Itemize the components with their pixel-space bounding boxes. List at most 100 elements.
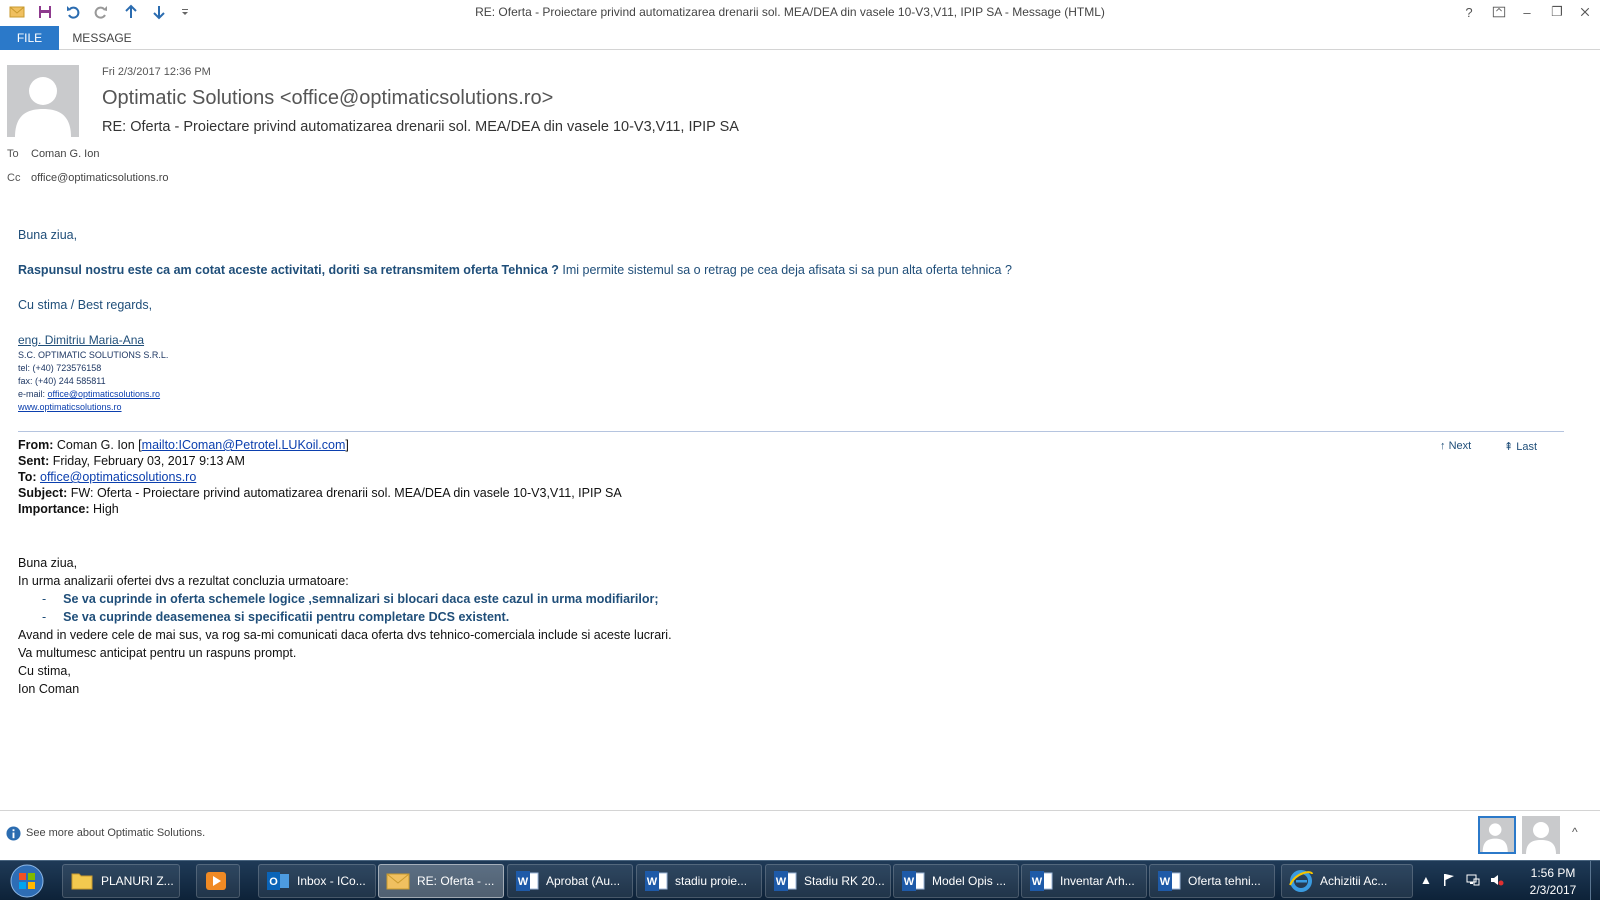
people-pane-text[interactable]: See more about Optimatic Solutions. <box>26 827 205 839</box>
action-center-flag-icon[interactable] <box>1442 873 1456 890</box>
last-link[interactable]: ⇞ Last <box>1504 440 1537 453</box>
reply-closing: Cu stima / Best regards, <box>18 298 153 312</box>
word-icon: W <box>900 868 926 894</box>
taskbar-button[interactable]: RE: Oferta - ... <box>378 864 504 898</box>
taskbar: PLANURI Z... O Inbox - ICo... RE: Oferta - … <box>0 860 1600 900</box>
info-icon <box>6 826 21 841</box>
save-icon[interactable] <box>34 2 56 22</box>
signature-email-row: e-mail: office@optimaticsolutions.ro <box>18 389 160 399</box>
fwd-from-mailto-link[interactable]: mailto:IComan@Petrotel.LUKoil.com <box>142 438 346 452</box>
fwd-subject-value: FW: Oferta - Proiectare privind automati… <box>67 486 622 500</box>
fwd-from: From: Coman G. Ion [mailto:IComan@Petrot… <box>18 438 349 452</box>
restore-button[interactable]: ❐ <box>1544 2 1570 22</box>
tab-file[interactable]: FILE <box>0 26 59 50</box>
people-avatar-2[interactable] <box>1522 816 1560 854</box>
word-icon: W <box>514 868 540 894</box>
svg-text:W: W <box>1032 876 1043 888</box>
help-button[interactable]: ? <box>1456 2 1482 22</box>
ribbon-display-options-icon[interactable] <box>1486 2 1512 22</box>
taskbar-button[interactable]: Achizitii Ac... <box>1281 864 1413 898</box>
fwd-subject-label: Subject: <box>18 486 68 500</box>
sender-name[interactable]: Optimatic Solutions <office@optimaticsol… <box>102 87 553 110</box>
sender-avatar[interactable] <box>7 65 79 137</box>
svg-text:W: W <box>647 876 658 888</box>
folder-icon <box>69 868 95 894</box>
taskbar-button[interactable]: Wstadiu proie... <box>636 864 762 898</box>
network-icon[interactable] <box>1466 873 1480 890</box>
fwd-line-1: Avand in vedere cele de mai sus, va rog … <box>18 628 672 642</box>
taskbar-button-label: Stadiu RK 20... <box>804 874 885 888</box>
fwd-line-4: Ion Coman <box>18 682 80 696</box>
fwd-importance: Importance: High <box>18 502 119 516</box>
chevron-up-icon[interactable]: ^ <box>1572 825 1578 839</box>
people-pane: See more about Optimatic Solutions. ^ <box>0 810 1600 854</box>
fwd-importance-value: High <box>89 502 119 516</box>
fwd-to-link[interactable]: office@optimaticsolutions.ro <box>40 470 196 484</box>
mail-icon[interactable] <box>6 2 28 22</box>
word-icon: W <box>643 868 669 894</box>
last-label: Last <box>1516 441 1538 453</box>
message-subject: RE: Oferta - Proiectare privind automati… <box>102 119 739 135</box>
person-icon <box>1482 823 1508 852</box>
taskbar-button-label: PLANURI Z... <box>101 874 174 888</box>
fwd-bullet-1: - Se va cuprinde in oferta schemele logic… <box>42 592 659 606</box>
show-hidden-icons[interactable]: ▲ <box>1420 873 1432 887</box>
fwd-subject: Subject: FW: Oferta - Proiectare privind… <box>18 486 622 500</box>
start-button[interactable] <box>4 863 50 899</box>
minimize-button[interactable]: – <box>1514 2 1540 22</box>
person-icon <box>1526 822 1556 854</box>
signature-name[interactable]: eng. Dimitriu Maria-Ana <box>18 333 144 347</box>
media-player-icon <box>203 868 229 894</box>
cc-label: Cc <box>7 172 21 184</box>
taskbar-button-label: Model Opis ... <box>932 874 1007 888</box>
people-avatar-1[interactable] <box>1478 816 1516 854</box>
show-desktop-button[interactable] <box>1590 861 1600 900</box>
taskbar-button-label: Aprobat (Au... <box>546 874 621 888</box>
ribbon-tabs: FILE MESSAGE <box>0 26 1600 50</box>
fwd-sent: Sent: Friday, February 03, 2017 9:13 AM <box>18 454 245 468</box>
fwd-bullet-2-text: Se va cuprinde deasemenea si specificati… <box>63 610 510 624</box>
next-item-icon[interactable] <box>148 2 170 22</box>
signature-name-link[interactable]: eng. Dimitriu Maria-Ana <box>18 333 144 347</box>
outlook-icon: O <box>265 868 291 894</box>
reply-greeting: Buna ziua, <box>18 228 78 242</box>
clock-date[interactable]: 2/3/2017 <box>1524 883 1582 897</box>
svg-text:W: W <box>1160 876 1171 888</box>
taskbar-button[interactable]: W Inventar Arh... <box>1021 864 1147 898</box>
customize-qat-icon[interactable] <box>174 2 196 22</box>
signature-email-label: e-mail: <box>18 389 48 399</box>
undo-icon[interactable] <box>62 2 84 22</box>
mail-icon <box>385 868 411 894</box>
bullet-dash: - <box>42 610 47 624</box>
taskbar-button[interactable]: W Aprobat (Au... <box>507 864 633 898</box>
svg-text:W: W <box>518 876 529 888</box>
volume-muted-icon[interactable] <box>1490 873 1504 890</box>
tab-message[interactable]: MESSAGE <box>62 26 142 50</box>
taskbar-button[interactable]: PLANURI Z... <box>62 864 180 898</box>
fwd-from-label: From: <box>18 438 54 452</box>
signature-website-link[interactable]: www.optimaticsolutions.ro <box>18 402 122 412</box>
close-button[interactable] <box>1572 2 1598 22</box>
taskbar-button-label: Oferta tehni... <box>1188 874 1261 888</box>
signature-website-row: www.optimaticsolutions.ro <box>18 402 122 412</box>
svg-text:O: O <box>269 876 278 888</box>
word-icon: W <box>1028 868 1054 894</box>
fwd-sent-label: Sent: <box>18 454 50 468</box>
redo-icon[interactable] <box>90 2 112 22</box>
taskbar-button[interactable]: W Oferta tehni... <box>1149 864 1275 898</box>
svg-text:W: W <box>904 876 915 888</box>
taskbar-button-label: RE: Oferta - ... <box>417 874 495 888</box>
reply-question: Raspunsul nostru este ca am cotat aceste… <box>18 263 1012 277</box>
taskbar-button[interactable]: W Model Opis ... <box>893 864 1019 898</box>
taskbar-button[interactable]: W Stadiu RK 20... <box>765 864 891 898</box>
next-link[interactable]: ↑ Next <box>1440 440 1471 452</box>
to-recipient[interactable]: Coman G. Ion <box>31 148 99 160</box>
clock-time[interactable]: 1:56 PM <box>1524 866 1582 880</box>
taskbar-button[interactable] <box>196 864 240 898</box>
taskbar-button[interactable]: O Inbox - ICo... <box>258 864 376 898</box>
signature-email-link[interactable]: office@optimaticsolutions.ro <box>48 389 161 399</box>
cc-recipient[interactable]: office@optimaticsolutions.ro <box>31 172 169 184</box>
previous-item-icon[interactable] <box>120 2 142 22</box>
sent-time: Fri 2/3/2017 12:36 PM <box>102 66 211 78</box>
fwd-sent-value: Friday, February 03, 2017 9:13 AM <box>49 454 245 468</box>
